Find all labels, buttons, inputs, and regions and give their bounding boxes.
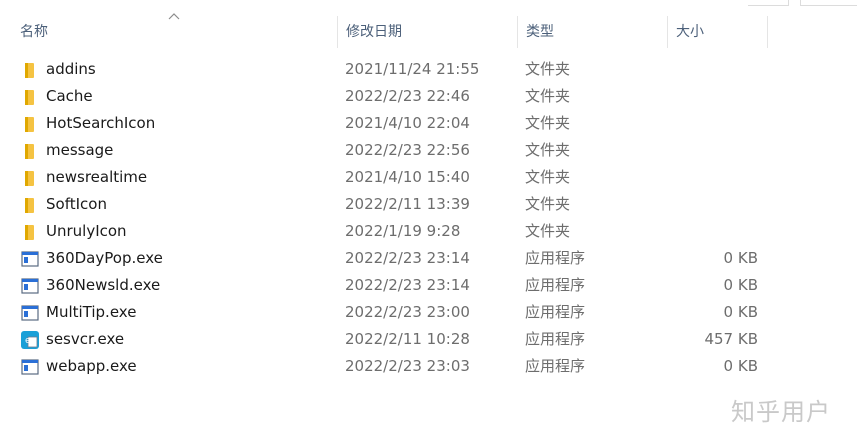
- file-type: 文件夹: [525, 195, 571, 213]
- file-size: 0 KB: [723, 357, 758, 375]
- folder-icon: [20, 168, 40, 188]
- file-modified-date: 2021/11/24 21:55: [345, 60, 480, 78]
- file-row[interactable]: Cache 2022/2/23 22:46 文件夹: [0, 83, 857, 110]
- sesvcr-app-icon: e: [20, 330, 40, 350]
- file-row[interactable]: newsrealtime 2021/4/10 15:40 文件夹: [0, 164, 857, 191]
- file-row[interactable]: addins 2021/11/24 21:55 文件夹: [0, 56, 857, 83]
- file-name: newsrealtime: [46, 168, 148, 186]
- exe-icon: [20, 357, 40, 377]
- address-bar-fragment: [0, 0, 857, 6]
- file-size: 457 KB: [704, 330, 758, 348]
- column-header-bar: 名称 修改日期 类型 大小: [0, 13, 857, 48]
- file-name: addins: [46, 60, 96, 78]
- column-header-type[interactable]: 类型: [518, 16, 668, 48]
- file-type: 文件夹: [525, 60, 571, 78]
- file-row[interactable]: 360Newsld.exe 2022/2/23 23:14 应用程序 0 KB: [0, 272, 857, 299]
- file-name: SoftIcon: [46, 195, 107, 213]
- exe-icon: [20, 249, 40, 269]
- folder-icon: [20, 195, 40, 215]
- toolbar-button-fragment[interactable]: [748, 0, 789, 6]
- file-type: 文件夹: [525, 141, 571, 159]
- file-row[interactable]: UnrulyIcon 2022/1/19 9:28 文件夹: [0, 218, 857, 245]
- file-name: 360Newsld.exe: [46, 276, 161, 294]
- file-modified-date: 2022/1/19 9:28: [345, 222, 461, 240]
- file-name: MultiTip.exe: [46, 303, 137, 321]
- file-size: 0 KB: [723, 249, 758, 267]
- exe-icon: [20, 303, 40, 323]
- file-modified-date: 2021/4/10 15:40: [345, 168, 470, 186]
- file-type: 应用程序: [525, 303, 586, 321]
- file-type: 应用程序: [525, 357, 586, 375]
- file-name: webapp.exe: [46, 357, 137, 375]
- file-modified-date: 2022/2/23 23:03: [345, 357, 470, 375]
- column-header-size[interactable]: 大小: [668, 16, 768, 48]
- watermark-text: 知乎用户: [731, 398, 831, 426]
- file-modified-date: 2022/2/23 22:46: [345, 87, 470, 105]
- file-name: Cache: [46, 87, 93, 105]
- folder-icon: [20, 87, 40, 107]
- folder-icon: [20, 114, 40, 134]
- exe-icon: [20, 276, 40, 296]
- file-row[interactable]: HotSearchIcon 2021/4/10 22:04 文件夹: [0, 110, 857, 137]
- file-type: 文件夹: [525, 222, 571, 240]
- svg-text:e: e: [25, 336, 31, 346]
- file-row[interactable]: 360DayPop.exe 2022/2/23 23:14 应用程序 0 KB: [0, 245, 857, 272]
- file-modified-date: 2022/2/11 10:28: [345, 330, 470, 348]
- folder-icon: [20, 60, 40, 80]
- file-name: 360DayPop.exe: [46, 249, 163, 267]
- file-type: 应用程序: [525, 249, 586, 267]
- file-row[interactable]: message 2022/2/23 22:56 文件夹: [0, 137, 857, 164]
- column-header-name[interactable]: 名称: [12, 16, 338, 48]
- folder-icon: [20, 222, 40, 242]
- file-modified-date: 2021/4/10 22:04: [345, 114, 470, 132]
- file-type: 文件夹: [525, 114, 571, 132]
- file-name: UnrulyIcon: [46, 222, 127, 240]
- file-name: HotSearchIcon: [46, 114, 156, 132]
- file-modified-date: 2022/2/23 23:14: [345, 249, 470, 267]
- file-type: 应用程序: [525, 330, 586, 348]
- file-row[interactable]: MultiTip.exe 2022/2/23 23:00 应用程序 0 KB: [0, 299, 857, 326]
- file-row[interactable]: SoftIcon 2022/2/11 13:39 文件夹: [0, 191, 857, 218]
- file-type: 文件夹: [525, 168, 571, 186]
- file-modified-date: 2022/2/11 13:39: [345, 195, 470, 213]
- file-size: 0 KB: [723, 303, 758, 321]
- column-header-date[interactable]: 修改日期: [338, 16, 518, 48]
- file-type: 文件夹: [525, 87, 571, 105]
- file-name: message: [46, 141, 114, 159]
- file-row[interactable]: webapp.exe 2022/2/23 23:03 应用程序 0 KB: [0, 353, 857, 380]
- file-modified-date: 2022/2/23 23:00: [345, 303, 470, 321]
- file-size: 0 KB: [723, 276, 758, 294]
- file-modified-date: 2022/2/23 23:14: [345, 276, 470, 294]
- file-type: 应用程序: [525, 276, 586, 294]
- file-name: sesvcr.exe: [46, 330, 125, 348]
- search-box-fragment[interactable]: [800, 0, 857, 6]
- file-modified-date: 2022/2/23 22:56: [345, 141, 470, 159]
- file-row[interactable]: e sesvcr.exe 2022/2/11 10:28 应用程序 457 KB: [0, 326, 857, 353]
- folder-icon: [20, 141, 40, 161]
